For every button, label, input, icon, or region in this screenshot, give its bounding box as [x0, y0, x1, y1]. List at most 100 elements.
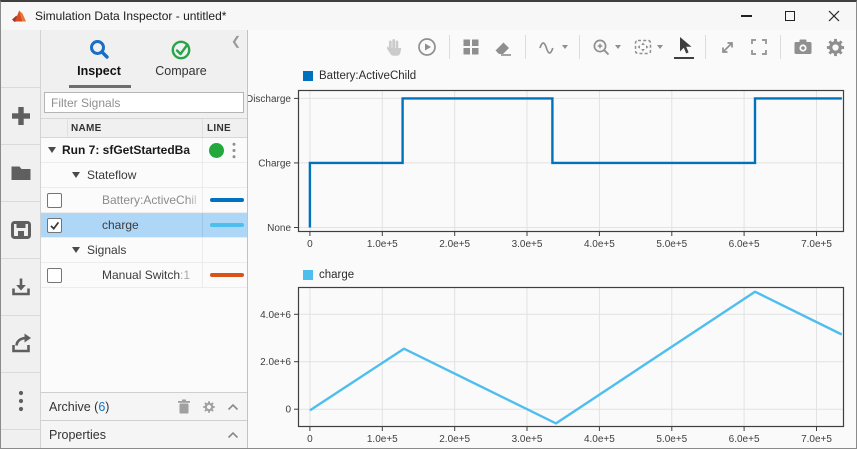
app-window: Simulation Data Inspector - untitled* [0, 0, 857, 449]
fullscreen-button[interactable] [749, 37, 769, 57]
tab-compare[interactable]: Compare [139, 37, 223, 78]
svg-text:Charge: Charge [258, 158, 291, 169]
export-button[interactable] [1, 315, 40, 372]
archive-label: Archive ( [49, 400, 98, 414]
save-button[interactable] [1, 201, 40, 258]
tab-strip: Inspect Compare ❮ [41, 30, 247, 88]
import-icon [9, 275, 33, 299]
chevron-up-icon[interactable] [227, 431, 239, 439]
open-button[interactable] [1, 144, 40, 201]
close-button[interactable] [812, 2, 856, 30]
signals-menu-button[interactable] [537, 36, 568, 58]
svg-text:4.0e+5: 4.0e+5 [584, 434, 615, 445]
camera-icon [792, 36, 814, 58]
active-tab-underline [69, 85, 131, 88]
archive-section-header[interactable]: Archive (6) [41, 392, 247, 420]
plot-toolbar [248, 30, 856, 64]
chart-legend: charge [303, 269, 354, 281]
check-circle-icon [170, 38, 193, 61]
signal-label: Battery:ActiveChil [102, 193, 197, 207]
signals-panel: Inspect Compare ❮ NAME LINE Run 7: sfGet… [41, 30, 248, 448]
svg-text:2.0e+5: 2.0e+5 [439, 434, 470, 445]
toolbar-separator [449, 35, 450, 59]
window-title: Simulation Data Inspector - untitled* [35, 9, 724, 23]
caret-down-icon[interactable] [72, 172, 80, 178]
tree-row-group[interactable]: Signals [41, 238, 247, 263]
zoom-in-button[interactable] [591, 37, 621, 58]
svg-text:3.0e+5: 3.0e+5 [512, 434, 543, 445]
dropdown-caret-icon [657, 45, 663, 49]
legend-label: charge [319, 269, 354, 281]
status-dot [209, 143, 224, 158]
signal-checkbox[interactable] [47, 268, 62, 283]
tree-row-group[interactable]: Stateflow [41, 163, 247, 188]
tree-row-signal[interactable]: Manual Switch:1 [41, 263, 247, 288]
signal-checkbox[interactable] [47, 193, 62, 208]
snapshot-button[interactable] [792, 36, 814, 58]
collapse-panel-icon[interactable]: ❮ [231, 34, 241, 48]
charge-chart[interactable]: 01.0e+52.0e+53.0e+54.0e+55.0e+56.0e+57.0… [248, 285, 850, 449]
tab-inspect-label: Inspect [57, 64, 141, 78]
tab-inspect[interactable]: Inspect [57, 37, 141, 78]
tree-row-signal[interactable]: charge [41, 213, 247, 238]
pan-button[interactable] [383, 36, 405, 58]
chart-plot[interactable]: 01.0e+52.0e+53.0e+54.0e+55.0e+56.0e+57.0… [248, 285, 850, 447]
clear-subplots-button[interactable] [492, 36, 514, 58]
kebab-menu-icon [17, 389, 25, 413]
caret-down-icon[interactable] [48, 147, 56, 153]
line-swatch [210, 223, 244, 227]
toolbar-separator [579, 35, 580, 59]
maximize-button[interactable] [768, 2, 812, 30]
signal-tree: Run 7: sfGetStartedBa Stateflow Battery:Ac… [41, 138, 247, 288]
properties-label: Properties [49, 428, 106, 442]
svg-text:2.0e+6: 2.0e+6 [260, 357, 291, 368]
chevron-up-icon[interactable] [227, 403, 239, 411]
grid-layout-icon [461, 37, 481, 57]
expand-button[interactable] [717, 37, 738, 58]
svg-text:5.0e+5: 5.0e+5 [656, 434, 687, 445]
svg-text:4.0e+6: 4.0e+6 [260, 310, 291, 321]
svg-text:7.0e+5: 7.0e+5 [801, 239, 832, 250]
signal-checkbox[interactable] [47, 218, 62, 233]
svg-text:3.0e+5: 3.0e+5 [512, 239, 543, 250]
filter-signals-input[interactable] [44, 92, 244, 113]
more-options-button[interactable] [1, 372, 40, 429]
settings-button[interactable] [825, 37, 846, 58]
svg-text:0: 0 [307, 239, 313, 250]
add-button[interactable] [1, 87, 40, 144]
battery-activechild-chart[interactable]: 01.0e+52.0e+53.0e+54.0e+55.0e+56.0e+57.0… [248, 88, 850, 257]
signal-wave-icon [537, 36, 559, 58]
toolbar-separator [780, 35, 781, 59]
import-button[interactable] [1, 258, 40, 315]
signal-label: Manual Switch:1 [102, 268, 190, 282]
dropdown-caret-icon [615, 45, 621, 49]
chart-plot[interactable]: 01.0e+52.0e+53.0e+54.0e+55.0e+56.0e+57.0… [248, 88, 850, 252]
chart-legend: Battery:ActiveChild [303, 70, 416, 82]
expand-arrows-icon [717, 37, 738, 58]
properties-section-header[interactable]: Properties [41, 420, 247, 448]
gear-icon[interactable] [202, 400, 216, 414]
minimize-icon [741, 15, 752, 16]
plot-area-panel: Battery:ActiveChild 0 1.0e+5 2.0e+5 3.0e+5 4… [248, 30, 856, 448]
run-label: Run 7: sfGetStartedBa [62, 143, 190, 157]
replay-button[interactable] [416, 36, 438, 58]
cursor-select-button[interactable] [674, 35, 694, 59]
label-fade [188, 138, 202, 162]
svg-text:1.0e+5: 1.0e+5 [367, 239, 398, 250]
kebab-menu-icon[interactable] [231, 142, 237, 159]
svg-text:None: None [267, 223, 291, 234]
trash-icon[interactable] [177, 399, 191, 414]
save-icon [9, 218, 33, 242]
svg-text:7.0e+5: 7.0e+5 [801, 434, 832, 445]
tree-empty-area [41, 288, 247, 392]
tree-row-run[interactable]: Run 7: sfGetStartedBa [41, 138, 247, 163]
folder-icon [9, 161, 33, 185]
side-toolbar [1, 30, 41, 448]
minimize-button[interactable] [724, 2, 768, 30]
caret-down-icon[interactable] [72, 247, 80, 253]
fit-to-view-button[interactable] [632, 36, 663, 58]
tree-row-signal[interactable]: Battery:ActiveChil [41, 188, 247, 213]
subplot-layout-button[interactable] [461, 37, 481, 57]
eraser-icon [492, 36, 514, 58]
label-fade [188, 188, 202, 212]
